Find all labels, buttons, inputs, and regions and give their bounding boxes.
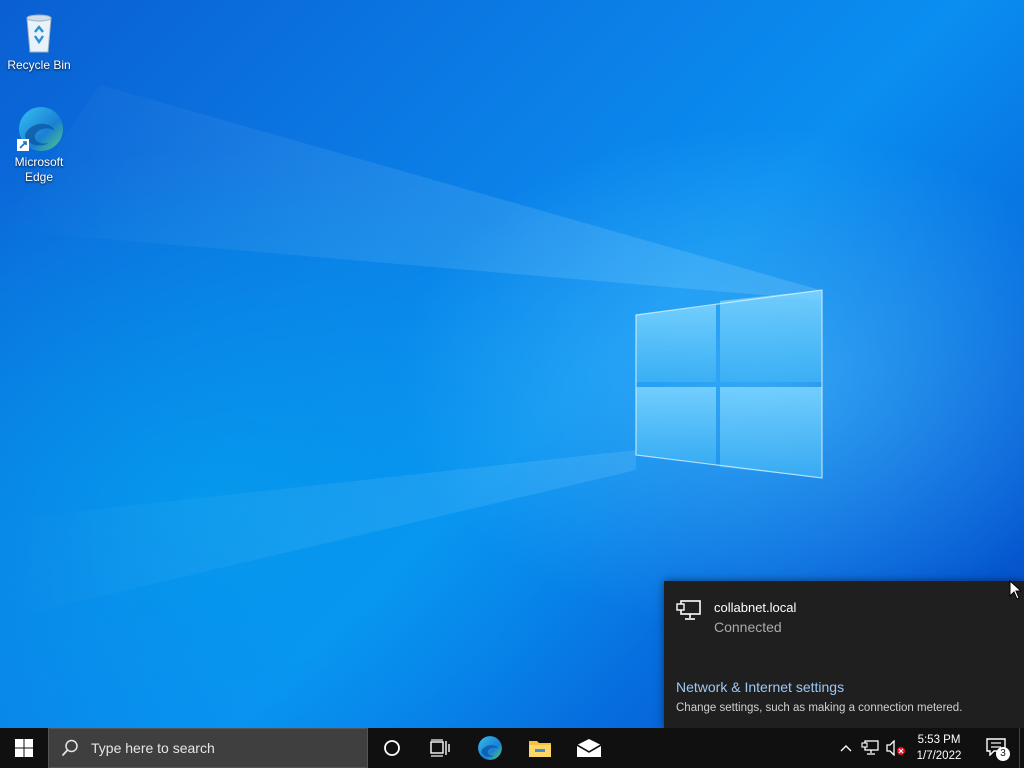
notification-icon: 3: [986, 738, 1010, 761]
cortana-button[interactable]: [368, 728, 416, 768]
show-desktop-button[interactable]: [1019, 728, 1024, 768]
search-icon: [61, 739, 78, 757]
desktop-icon-label: Recycle Bin: [7, 58, 71, 72]
mail-icon: [576, 739, 602, 757]
start-button[interactable]: [0, 728, 48, 768]
windows-start-icon: [15, 739, 33, 757]
tray-time: 5:53 PM: [917, 734, 961, 746]
action-center-button[interactable]: 3: [978, 728, 1016, 768]
network-status: Connected: [714, 619, 782, 635]
file-explorer-icon: [529, 741, 551, 757]
edge-icon: [478, 736, 502, 760]
task-view-icon: [430, 739, 450, 757]
search-placeholder: Type here to search: [91, 740, 215, 756]
mouse-cursor-icon: [1009, 579, 1023, 605]
network-flyout: collabnet.local Connected Network & Inte…: [664, 581, 1024, 728]
mail-button[interactable]: [564, 728, 614, 768]
taskbar-edge-button[interactable]: [466, 728, 514, 768]
ethernet-tray-icon: [861, 740, 879, 755]
network-connection-item[interactable]: collabnet.local Connected: [676, 599, 796, 637]
clock-button[interactable]: 5:53 PM 1/7/2022: [910, 728, 968, 768]
network-name: collabnet.local: [714, 600, 797, 615]
task-view-button[interactable]: [416, 728, 464, 768]
ethernet-icon: [676, 599, 702, 637]
chevron-up-icon: [840, 745, 852, 752]
notification-count-badge: 3: [996, 747, 1010, 761]
edge-icon: [15, 105, 63, 153]
taskbar-search-box[interactable]: Type here to search: [48, 728, 368, 768]
network-internet-settings-link[interactable]: Network & Internet settings: [676, 679, 844, 695]
cortana-icon: [384, 740, 400, 756]
speaker-muted-icon: [886, 740, 905, 756]
desktop-icon-recycle-bin[interactable]: Recycle Bin: [3, 8, 75, 73]
desktop-icon-microsoft-edge[interactable]: Microsoft Edge: [3, 105, 75, 185]
recycle-bin-icon: [15, 8, 63, 56]
show-hidden-icons-button[interactable]: [836, 728, 856, 768]
taskbar: Type here to search 5:53 PM 1/7/2022 3: [0, 728, 1024, 768]
tray-date: 1/7/2022: [916, 750, 962, 762]
file-explorer-button[interactable]: [516, 728, 564, 768]
network-tray-button[interactable]: [859, 728, 881, 768]
network-settings-description: Change settings, such as making a connec…: [676, 702, 963, 714]
desktop-icon-label: Microsoft Edge: [14, 155, 64, 184]
volume-tray-button[interactable]: [884, 728, 908, 768]
